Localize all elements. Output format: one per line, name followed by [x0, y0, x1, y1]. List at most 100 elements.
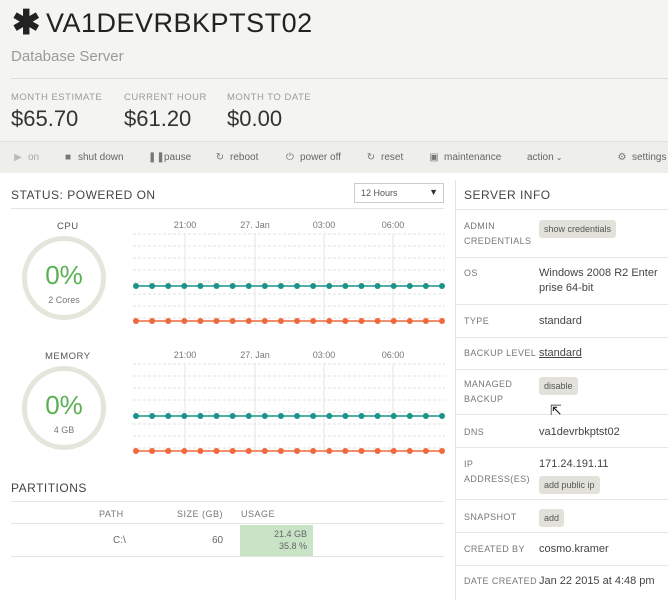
pause-label: pause	[164, 152, 192, 163]
action-label: action	[527, 152, 554, 163]
data-point	[326, 318, 333, 324]
os-label: OS	[464, 268, 478, 278]
briefcase-icon: ▣	[429, 152, 439, 163]
ip-label-1: IP	[464, 459, 474, 469]
data-point	[374, 448, 381, 454]
data-point	[133, 413, 139, 419]
data-point	[390, 318, 397, 324]
data-point	[439, 318, 445, 324]
partitions-header-usage: USAGE	[241, 509, 276, 519]
data-point	[422, 413, 429, 419]
reset-button[interactable]: ↻ reset	[365, 142, 403, 173]
settings-label: settings	[632, 152, 667, 163]
backup-level-label: BACKUP LEVEL	[464, 348, 537, 358]
data-point	[277, 318, 284, 324]
data-point	[197, 283, 204, 289]
data-point	[342, 413, 349, 419]
data-point	[342, 318, 349, 324]
server-name: VA1DEVRBKPTST02	[46, 8, 313, 38]
x-tick-label: 06:00	[382, 350, 405, 360]
shut-down-button[interactable]: ■ shut down	[62, 142, 124, 173]
on-label: on	[28, 152, 40, 163]
reboot-button[interactable]: ↻ reboot	[214, 142, 259, 173]
partition-usage-gb: 21.4 GB	[273, 529, 307, 539]
data-point	[245, 413, 252, 419]
add-public-ip-button[interactable]: add public ip	[539, 476, 600, 494]
managed-backup-label-1: MANAGED	[464, 379, 513, 389]
created-by-value: cosmo.kramer	[539, 543, 609, 555]
data-point	[422, 283, 429, 289]
data-point	[261, 448, 268, 454]
data-point	[406, 283, 413, 289]
disable-managed-backup-button[interactable]: disable	[539, 377, 578, 395]
time-range-value: 12 Hours	[361, 188, 398, 198]
os-value-2: prise 64-bit	[539, 282, 594, 294]
reboot-label: reboot	[230, 152, 259, 163]
cpu-percent: 0%	[45, 260, 83, 290]
data-point	[374, 318, 381, 324]
backup-level-link[interactable]: standard	[539, 346, 582, 360]
on-button[interactable]: ▶ on	[12, 142, 39, 173]
settings-button[interactable]: ⚙ settings	[616, 142, 667, 173]
shut-down-label: shut down	[78, 152, 124, 163]
current-hour-label: CURRENT HOUR	[124, 92, 207, 103]
data-point	[133, 448, 139, 454]
data-point	[294, 413, 301, 419]
info-row-date-created: DATE CREATED Jan 22 2015 at 4:48 pm	[455, 565, 668, 601]
data-point	[229, 448, 236, 454]
os-value-1: Windows 2008 R2 Enter	[539, 267, 658, 279]
created-by-label: CREATED BY	[464, 544, 525, 554]
data-point	[213, 318, 220, 324]
action-dropdown[interactable]: action ⌄	[527, 142, 562, 173]
memory-label: MEMORY	[45, 351, 91, 362]
partitions-divider	[11, 501, 444, 502]
maintenance-button[interactable]: ▣ maintenance	[428, 142, 501, 173]
ip-label-2: ADDRESS(ES)	[464, 474, 530, 484]
caret-down-icon: ▼	[429, 187, 438, 197]
data-point	[390, 283, 397, 289]
info-row-type: TYPE standard	[455, 304, 668, 338]
partitions-header-size: SIZE (GB)	[177, 509, 224, 519]
reset-label: reset	[381, 152, 404, 163]
data-point	[197, 413, 204, 419]
info-row-dns: DNS va1devrbkptst02	[455, 414, 668, 448]
partitions-header-divider	[11, 523, 444, 524]
partitions-header-path: PATH	[99, 509, 124, 519]
data-point	[181, 318, 188, 324]
data-point	[390, 448, 397, 454]
data-point	[229, 413, 236, 419]
type-value: standard	[539, 315, 582, 327]
data-point	[213, 283, 220, 289]
power-off-button[interactable]: ⏻ power off	[284, 142, 341, 173]
month-to-date: MONTH TO DATE $0.00	[227, 92, 311, 132]
data-point	[310, 413, 317, 419]
data-point	[358, 318, 365, 324]
server-header: ✱ VA1DEVRBKPTST02 Database Server MONTH …	[0, 0, 668, 141]
time-range-select[interactable]: 12 Hours ▼	[354, 183, 444, 203]
play-icon: ▶	[14, 152, 22, 163]
data-point	[261, 283, 268, 289]
add-snapshot-button[interactable]: add	[539, 509, 565, 527]
data-point	[149, 318, 156, 324]
data-point	[245, 448, 252, 454]
cpu-chart: 21:00 27. Jan 03:00 06:00	[133, 220, 445, 326]
data-point	[310, 448, 317, 454]
data-point	[294, 318, 301, 324]
data-point	[181, 283, 188, 289]
data-point	[181, 448, 188, 454]
action-toolbar: ▶ on ■ shut down ❚❚pause ↻ reboot ⏻ power of…	[0, 141, 668, 173]
power-icon: ⏻	[286, 152, 294, 163]
chevron-down-icon: ⌄	[555, 153, 563, 162]
data-point	[133, 318, 139, 324]
partition-size: 60	[212, 535, 224, 546]
data-point	[149, 413, 156, 419]
data-point	[165, 318, 172, 324]
memory-gauge: 0% 4 GB	[22, 366, 106, 450]
data-point	[197, 318, 204, 324]
refresh-icon: ↻	[215, 152, 225, 163]
show-credentials-button[interactable]: show credentials	[539, 220, 617, 238]
data-point	[406, 318, 413, 324]
info-row-os: OS Windows 2008 R2 Enter prise 64-bit	[455, 257, 668, 305]
pause-button[interactable]: ❚❚pause	[148, 142, 191, 173]
data-point	[342, 448, 349, 454]
